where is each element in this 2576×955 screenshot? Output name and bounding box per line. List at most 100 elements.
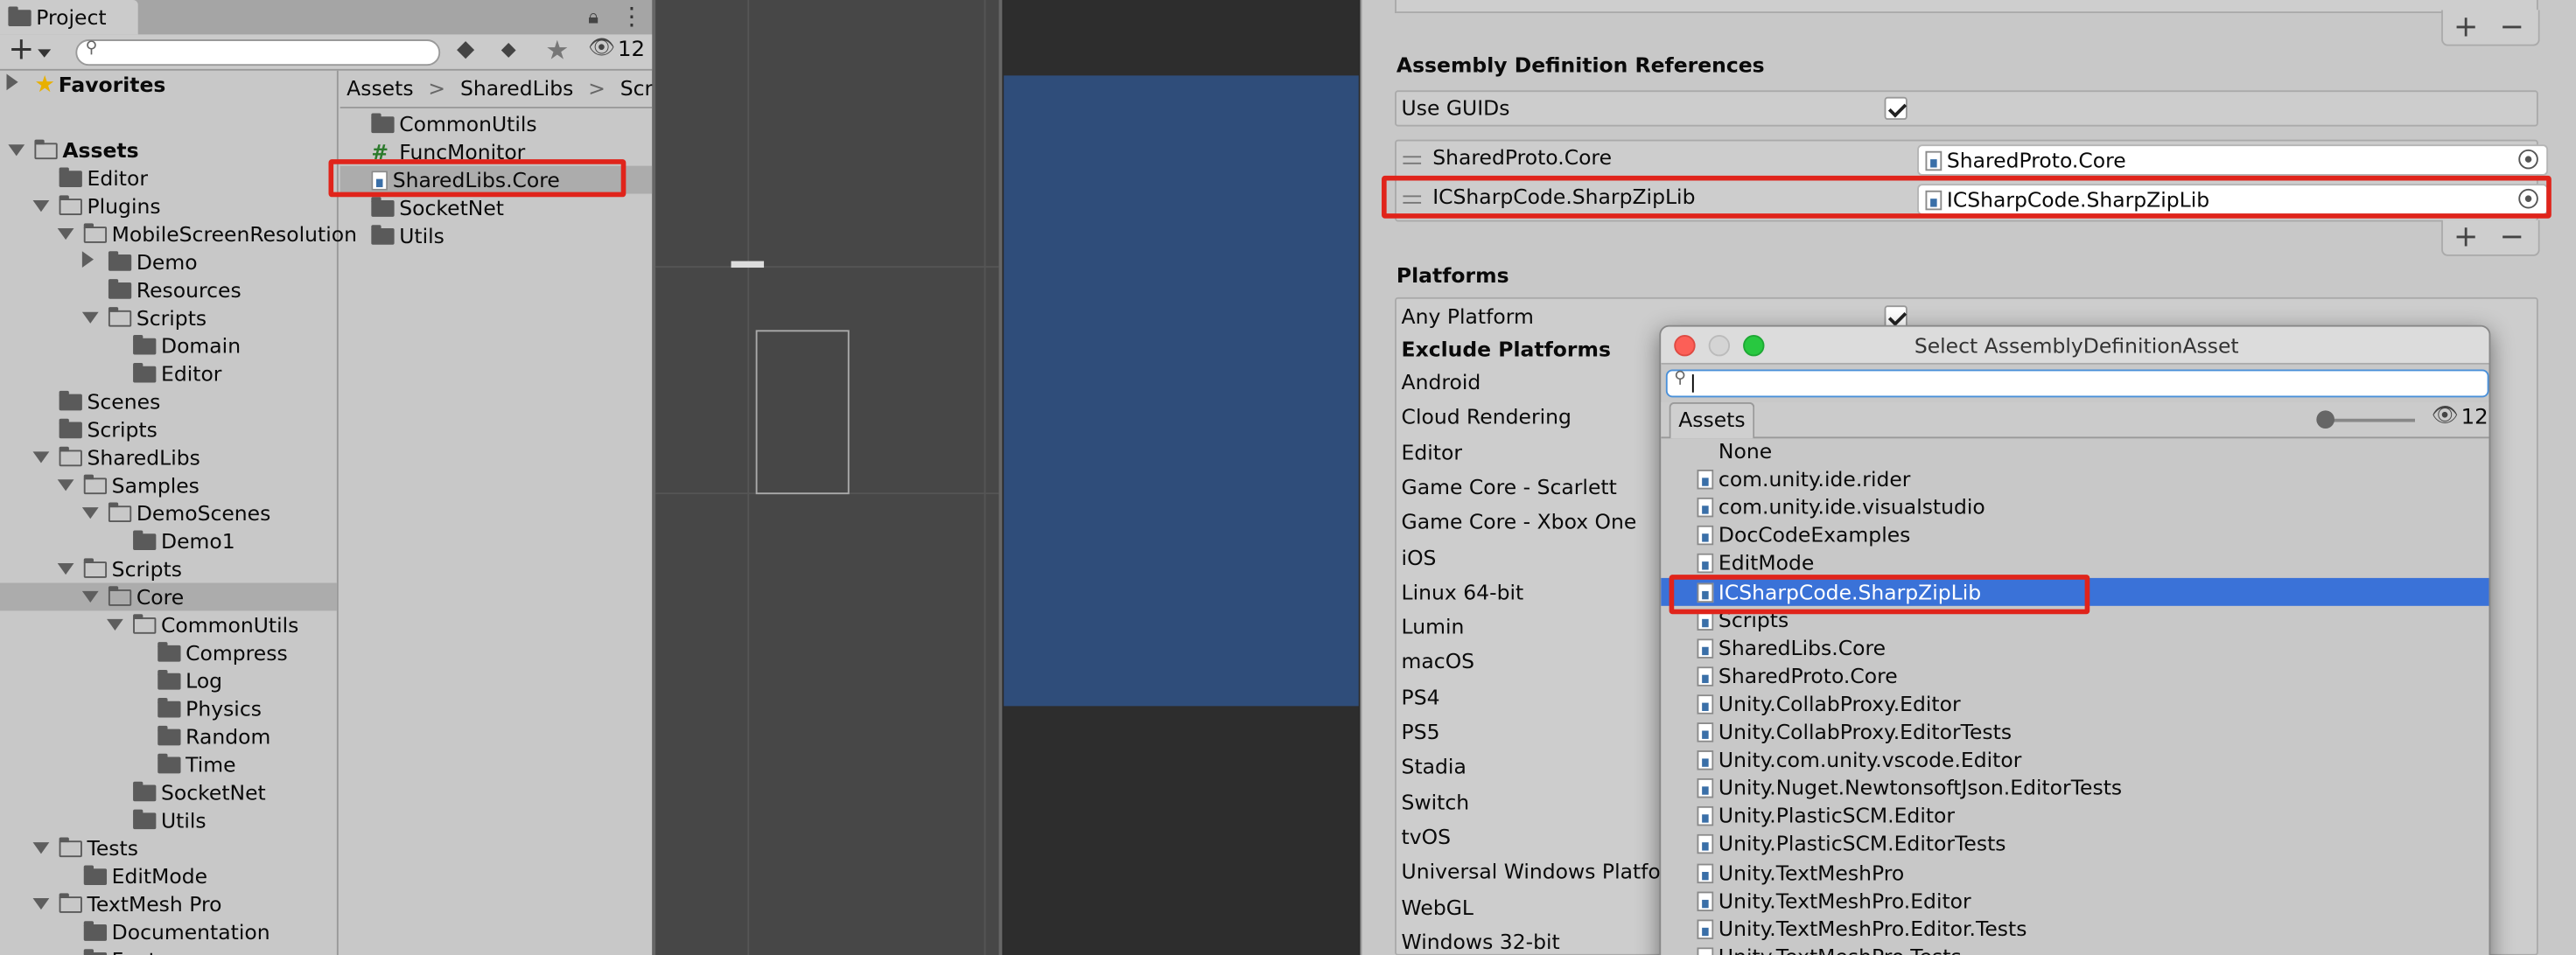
tree-item[interactable]: Samples <box>57 471 200 499</box>
file-item[interactable]: # FuncMonitor <box>371 138 525 166</box>
tree-item[interactable]: Plugins <box>32 192 161 220</box>
drag-handle-icon[interactable] <box>1403 156 1422 164</box>
more-menu-icon[interactable]: ⋮ <box>620 2 644 31</box>
filter-by-type-icon[interactable]: ◆ <box>457 36 474 62</box>
create-plus-icon[interactable]: + <box>8 31 34 67</box>
tree-item[interactable]: MobileScreenResolution <box>57 220 357 248</box>
expand-arrow-icon[interactable] <box>32 890 53 918</box>
tree-item[interactable]: Domain <box>107 331 241 359</box>
chevron-down-icon[interactable] <box>107 618 123 631</box>
chevron-down-icon[interactable] <box>32 451 50 464</box>
picker-item[interactable]: DocCodeExamples <box>1697 521 1910 549</box>
expand-arrow-icon[interactable] <box>8 136 28 164</box>
chevron-down-icon[interactable] <box>57 227 74 240</box>
breadcrumb-item-assets[interactable]: Assets <box>346 75 413 100</box>
use-guids-checkbox[interactable] <box>1884 96 1908 121</box>
hidden-eye-icon[interactable]: 👁︎ <box>2432 404 2459 429</box>
tree-item[interactable]: Time <box>131 750 236 778</box>
remove-button-top[interactable]: − <box>2494 12 2530 43</box>
file-item[interactable]: SharedLibs.Core <box>371 166 560 194</box>
picker-item[interactable]: SharedLibs.Core <box>1697 633 1886 661</box>
picker-item[interactable]: Unity.Nuget.NewtonsoftJson.EditorTests <box>1697 774 2122 802</box>
picker-item[interactable]: Unity.TextMeshPro.Tests <box>1697 942 1962 955</box>
tree-item[interactable]: Resources <box>82 275 242 303</box>
tree-item[interactable]: Scenes <box>33 387 161 415</box>
picker-tab-assets[interactable]: Assets <box>1669 402 1755 439</box>
tree-item[interactable]: Documentation <box>58 918 270 946</box>
tree-item[interactable]: TextMesh Pro <box>32 890 222 918</box>
tree-item[interactable]: Random <box>131 722 270 750</box>
expand-arrow-icon[interactable] <box>32 443 53 471</box>
reference-object-field[interactable]: SharedProto.Core <box>1917 144 2549 176</box>
tree-item[interactable]: Core <box>81 583 184 611</box>
expand-arrow-icon[interactable] <box>107 610 127 638</box>
chevron-down-icon[interactable] <box>57 479 74 491</box>
picker-item[interactable]: EditMode <box>1697 549 1814 577</box>
tree-item[interactable]: Assets <box>8 136 139 164</box>
chevron-down-icon[interactable] <box>32 842 50 854</box>
picker-item[interactable]: SharedProto.Core <box>1697 661 1898 689</box>
expand-arrow-icon[interactable] <box>32 192 53 220</box>
chevron-down-icon[interactable] <box>81 507 99 519</box>
expand-arrow-icon[interactable] <box>6 73 18 91</box>
reference-object-field[interactable]: ICSharpCode.SharpZipLib <box>1917 184 2549 215</box>
expand-arrow-icon[interactable] <box>57 471 78 499</box>
chevron-down-icon[interactable] <box>8 144 25 157</box>
picker-item[interactable]: com.unity.ide.visualstudio <box>1697 493 1985 521</box>
create-dropdown-icon[interactable] <box>38 49 52 58</box>
file-item[interactable]: CommonUtils <box>371 110 537 138</box>
picker-item[interactable]: Unity.TextMeshPro.Editor.Tests <box>1697 914 2026 942</box>
file-item[interactable]: Utils <box>371 221 444 249</box>
chevron-down-icon[interactable] <box>81 311 99 324</box>
tree-item[interactable]: Editor <box>33 164 148 192</box>
file-item[interactable]: SocketNet <box>371 194 504 222</box>
tree-item[interactable]: Compress <box>131 638 288 666</box>
tree-item[interactable]: Scripts <box>57 555 182 583</box>
tree-item[interactable]: SocketNet <box>107 778 266 806</box>
project-search-input[interactable]: ⚲ <box>75 39 441 66</box>
picker-item[interactable]: Scripts <box>1697 605 1788 633</box>
tree-item[interactable]: CommonUtils <box>107 610 298 638</box>
tree-item[interactable]: SharedLibs <box>32 443 200 471</box>
expand-arrow-icon[interactable] <box>81 248 102 276</box>
expand-arrow-icon[interactable] <box>81 583 102 611</box>
tree-item[interactable]: Log <box>131 666 222 694</box>
add-button-top[interactable]: + <box>2448 12 2484 43</box>
chevron-down-icon[interactable] <box>57 563 74 575</box>
chevron-down-icon[interactable] <box>32 898 50 910</box>
tree-item[interactable]: Utils <box>107 806 206 834</box>
picker-item[interactable]: Unity.TextMeshPro.Editor <box>1697 886 1971 914</box>
picker-item[interactable]: Unity.CollabProxy.EditorTests <box>1697 717 2012 745</box>
hidden-eye-icon[interactable]: 👁︎ <box>588 36 615 60</box>
expand-arrow-icon[interactable] <box>81 499 102 527</box>
breadcrumb-item-sharedlibs[interactable]: SharedLibs <box>460 75 573 100</box>
expand-arrow-icon[interactable] <box>81 303 102 331</box>
chevron-right-icon[interactable] <box>81 251 94 268</box>
expand-arrow-icon[interactable] <box>57 555 78 583</box>
object-picker-icon[interactable] <box>2518 188 2538 209</box>
expand-arrow-icon[interactable] <box>32 834 53 862</box>
drag-handle-icon[interactable] <box>1403 195 1422 204</box>
tree-item[interactable]: Tests <box>32 834 138 862</box>
tree-item[interactable]: Fonts <box>58 945 167 955</box>
object-picker-icon[interactable] <box>2518 149 2538 170</box>
chevron-down-icon[interactable] <box>32 200 50 213</box>
picker-item[interactable]: Unity.PlasticSCM.EditorTests <box>1697 830 2006 858</box>
tree-item[interactable]: DemoScenes <box>81 499 270 527</box>
scene-view[interactable] <box>652 0 1003 955</box>
picker-item[interactable]: ICSharpCode.SharpZipLib <box>1697 577 1981 605</box>
picker-item[interactable]: Unity.TextMeshPro <box>1697 858 1904 886</box>
favorites-row[interactable]: ★ Favorites <box>6 71 165 99</box>
remove-reference-button[interactable]: − <box>2494 222 2530 253</box>
tree-item[interactable]: Scripts <box>81 303 206 331</box>
picker-item[interactable]: com.unity.ide.rider <box>1697 465 1910 493</box>
tree-item[interactable]: Scripts <box>33 415 158 443</box>
picker-item[interactable]: None <box>1698 436 1772 464</box>
add-reference-button[interactable]: + <box>2448 222 2484 253</box>
tree-item[interactable]: Editor <box>107 359 221 387</box>
picker-item[interactable]: Unity.PlasticSCM.Editor <box>1697 802 1955 830</box>
tree-item[interactable]: Demo1 <box>107 527 235 555</box>
chevron-down-icon[interactable] <box>81 590 99 603</box>
tree-item[interactable]: EditMode <box>58 862 207 890</box>
picker-item[interactable]: Unity.com.unity.vscode.Editor <box>1697 746 2021 774</box>
